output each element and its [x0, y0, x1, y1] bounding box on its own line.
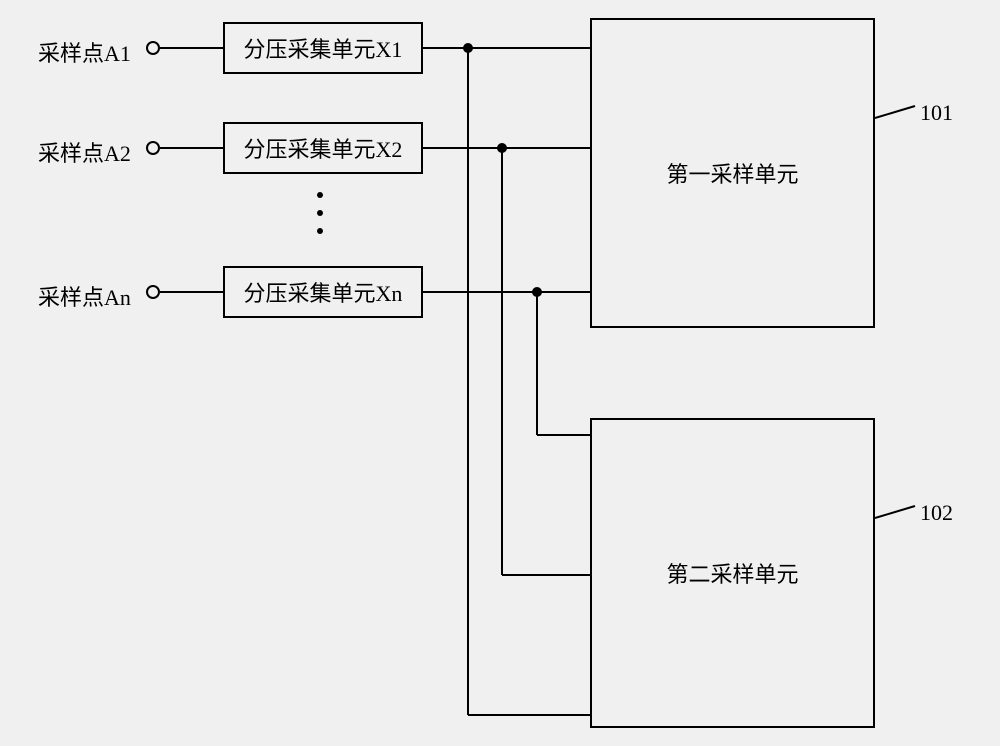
divider-box-xn: 分压采集单元Xn	[223, 266, 423, 318]
first-sampling-unit-label: 第一采样单元	[666, 157, 798, 189]
first-sampling-unit-box: 第一采样单元	[590, 18, 875, 328]
terminal-a1-icon	[146, 41, 160, 55]
sampling-point-label-an: 采样点An	[38, 280, 131, 312]
second-sampling-unit-label: 第二采样单元	[666, 557, 798, 589]
ellipsis-left-icon	[317, 192, 323, 234]
sampling-point-label-a2: 采样点A2	[38, 136, 131, 168]
divider-label-x2: 分压采集单元X2	[244, 132, 403, 164]
ref-101: 101	[920, 100, 953, 126]
terminal-a2-icon	[146, 141, 160, 155]
terminal-an-icon	[146, 285, 160, 299]
block-diagram: 采样点A1 采样点A2 采样点An 分压采集单元X1 分压采集单元X2 分压采集…	[0, 0, 1000, 746]
sampling-point-label-a1: 采样点A1	[38, 36, 131, 68]
divider-box-x1: 分压采集单元X1	[223, 22, 423, 74]
junction-x1-icon	[463, 43, 473, 53]
junction-xn-icon	[532, 287, 542, 297]
divider-label-xn: 分压采集单元Xn	[244, 276, 403, 308]
divider-label-x1: 分压采集单元X1	[244, 32, 403, 64]
ref-102: 102	[920, 500, 953, 526]
second-sampling-unit-box: 第二采样单元	[590, 418, 875, 728]
junction-x2-icon	[497, 143, 507, 153]
divider-box-x2: 分压采集单元X2	[223, 122, 423, 174]
